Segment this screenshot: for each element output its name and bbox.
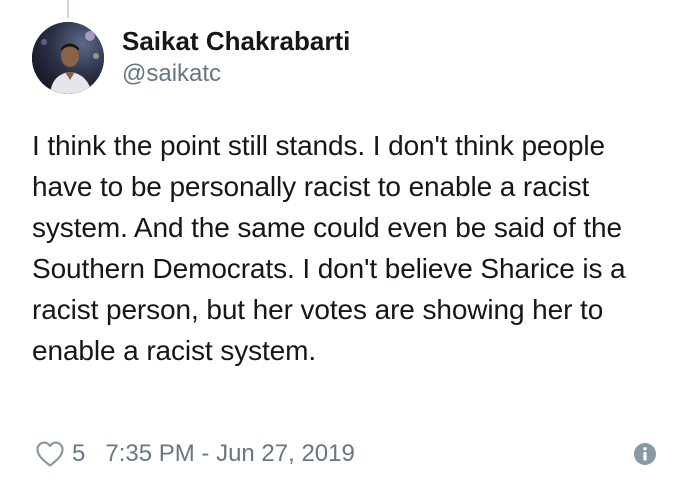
info-icon[interactable] (633, 442, 657, 466)
heart-outline-icon[interactable] (36, 441, 64, 467)
tweet-timestamp[interactable]: 7:35 PM - Jun 27, 2019 (105, 440, 355, 468)
author-handle[interactable]: @saikatc (122, 59, 350, 89)
author-display-name[interactable]: Saikat Chakrabarti (122, 25, 350, 57)
tweet-header: Saikat Chakrabarti @saikatc (32, 22, 350, 94)
thread-connector-line (67, 0, 69, 18)
avatar[interactable] (32, 22, 104, 94)
like-count: 5 (72, 440, 86, 467)
tweet-footer: 5 7:35 PM - Jun 27, 2019 (36, 436, 657, 472)
tweet-text: I think the point still stands. I don't … (32, 130, 626, 366)
avatar-image (32, 22, 104, 94)
